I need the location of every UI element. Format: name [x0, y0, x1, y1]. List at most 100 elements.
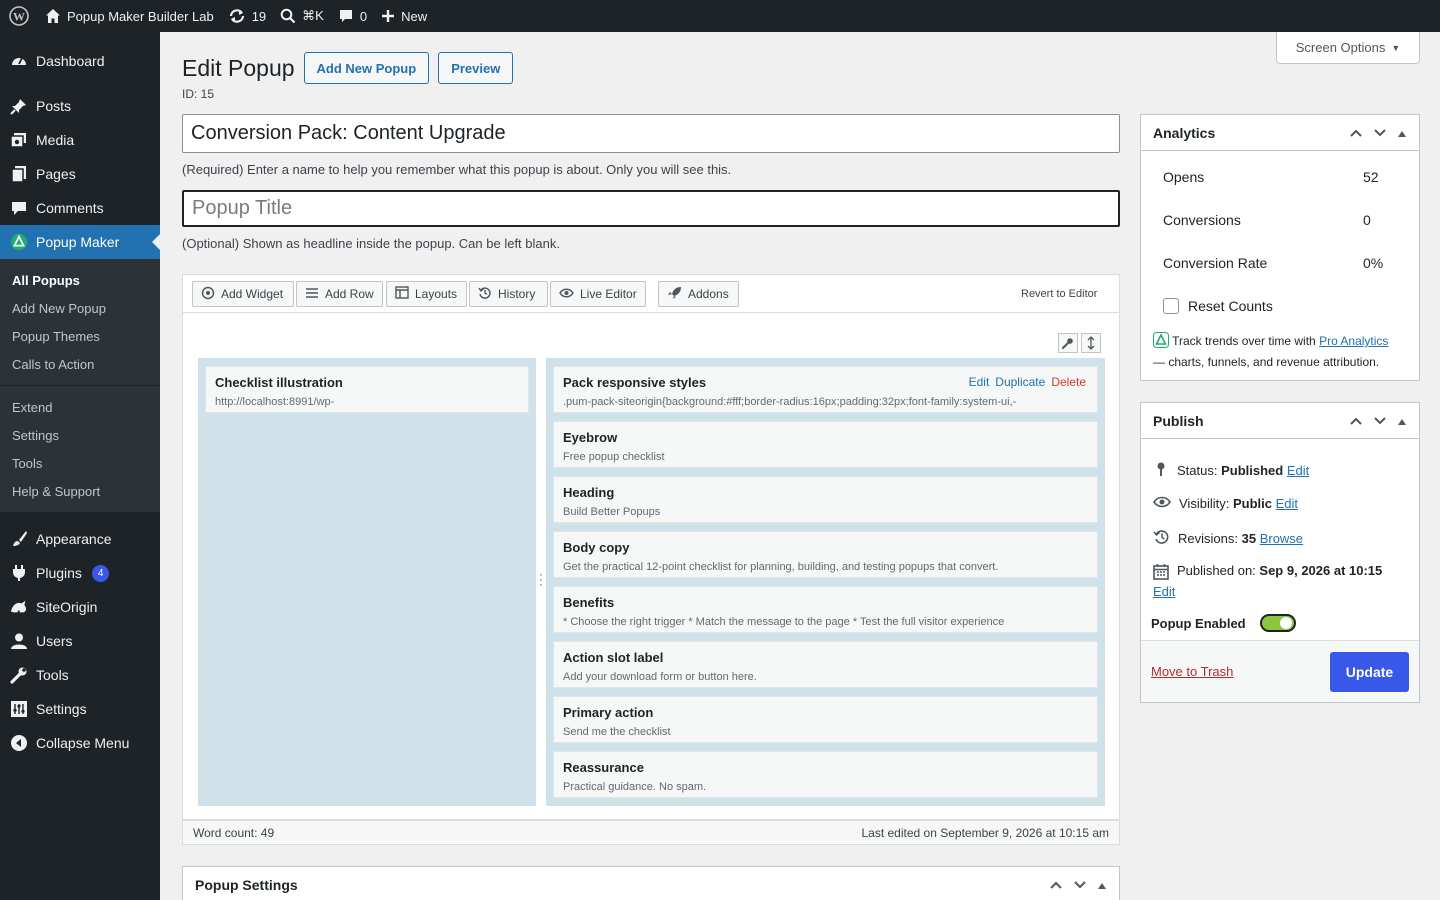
widget-card[interactable]: Action slot label Add your download form…: [553, 641, 1098, 688]
edit-date-link[interactable]: Edit: [1153, 584, 1175, 599]
menu-users[interactable]: Users: [0, 624, 160, 658]
screen-options-button[interactable]: Screen Options ▼: [1276, 32, 1420, 64]
submenu-tools[interactable]: Tools: [0, 449, 160, 477]
menu-siteorigin[interactable]: SiteOrigin: [0, 590, 160, 624]
chevron-up-icon[interactable]: [1349, 413, 1363, 429]
widget-delete-link[interactable]: Delete: [1051, 375, 1086, 389]
analytics-conversion-rate: Conversion Rate 0%: [1163, 255, 1384, 271]
collapse-toggle-icon[interactable]: [1097, 877, 1107, 893]
menu-tools[interactable]: Tools: [0, 658, 160, 692]
collapse-toggle-icon[interactable]: [1397, 413, 1407, 429]
submenu-help-support[interactable]: Help & Support: [0, 477, 160, 505]
popup-title-help: (Optional) Shown as headline inside the …: [182, 236, 560, 251]
svg-text:W: W: [13, 10, 25, 24]
caret-down-icon: ▼: [1391, 42, 1401, 53]
wordpress-logo-icon[interactable]: W: [0, 0, 38, 32]
widget-card[interactable]: Primary action Send me the checklist: [553, 696, 1098, 743]
menu-popup-maker[interactable]: Popup Maker: [0, 225, 160, 259]
submenu-popup-themes[interactable]: Popup Themes: [0, 322, 160, 350]
siteorigin-icon: [10, 598, 28, 616]
updates-icon: [228, 8, 246, 24]
menu-media[interactable]: Media: [0, 123, 160, 157]
popup-name-input[interactable]: Conversion Pack: Content Upgrade: [182, 114, 1120, 153]
layouts-button[interactable]: Layouts: [386, 281, 467, 307]
preview-button[interactable]: Preview: [438, 52, 514, 84]
submenu-settings[interactable]: Settings: [0, 421, 160, 449]
widget-card[interactable]: Body copy Get the practical 12-point che…: [553, 531, 1098, 578]
widget-card[interactable]: Pack responsive styles .pum-pack-siteori…: [553, 366, 1098, 413]
popup-maker-submenu: All Popups Add New Popup Popup Themes Ca…: [0, 259, 160, 512]
builder-column-left[interactable]: [198, 358, 536, 806]
row-edit-wrench-icon[interactable]: [1058, 333, 1078, 353]
popup-title-input[interactable]: Popup Title: [182, 190, 1120, 227]
add-widget-button[interactable]: Add Widget: [192, 281, 294, 307]
popup-maker-icon: [10, 233, 28, 251]
popup-settings-box: Popup Settings: [182, 866, 1120, 900]
checkbox-box[interactable]: [1163, 298, 1179, 314]
menu-dashboard[interactable]: Dashboard: [0, 44, 160, 78]
widget-checklist-illustration[interactable]: Checklist illustration http://localhost:…: [205, 366, 529, 413]
updates-link[interactable]: 19: [221, 0, 273, 32]
submenu-all-popups[interactable]: All Popups: [0, 266, 160, 294]
search-shortcut: ⌘K: [302, 8, 324, 23]
search-icon: [280, 8, 296, 24]
site-name-link[interactable]: Popup Maker Builder Lab: [38, 0, 221, 32]
edit-visibility-link[interactable]: Edit: [1276, 496, 1298, 511]
publish-date-row: Published on: Sep 9, 2026 at 10:15: [1153, 563, 1382, 583]
chevron-down-icon[interactable]: [1073, 877, 1087, 893]
submenu-extend[interactable]: Extend: [0, 393, 160, 421]
admin-bar: W Popup Maker Builder Lab 19 ⌘K 0 New: [0, 0, 1440, 32]
brush-icon: [10, 530, 28, 548]
rows-icon: [305, 287, 319, 302]
publish-visibility-row: Visibility: Public Edit: [1153, 495, 1298, 512]
widget-duplicate-link[interactable]: Duplicate: [995, 375, 1045, 389]
history-button[interactable]: History: [469, 281, 548, 307]
submenu-add-new-popup[interactable]: Add New Popup: [0, 294, 160, 322]
page-title: Edit Popup: [182, 54, 295, 81]
column-resize-handle[interactable]: · · ·: [538, 568, 544, 590]
widget-card[interactable]: Heading Build Better Popups: [553, 476, 1098, 523]
edit-status-link[interactable]: Edit: [1287, 463, 1309, 478]
widget-card[interactable]: Benefits * Choose the right trigger * Ma…: [553, 586, 1098, 633]
menu-comments[interactable]: Comments: [0, 191, 160, 225]
home-icon: [45, 8, 61, 24]
new-content-link[interactable]: New: [374, 0, 434, 32]
revert-to-editor-link[interactable]: Revert to Editor: [1021, 288, 1097, 300]
publish-actions: Move to Trash Update: [1141, 640, 1419, 702]
move-to-trash-link[interactable]: Move to Trash: [1151, 664, 1233, 679]
menu-settings[interactable]: Settings: [0, 692, 160, 726]
comments-link[interactable]: 0: [331, 0, 374, 32]
analytics-box: Analytics Opens 52 Conversions 0 Conversio…: [1140, 114, 1420, 381]
chevron-up-icon[interactable]: [1049, 877, 1063, 893]
chevron-down-icon[interactable]: [1373, 125, 1387, 141]
row-move-icon[interactable]: [1081, 333, 1101, 353]
menu-collapse[interactable]: Collapse Menu: [0, 726, 160, 760]
browse-revisions-link[interactable]: Browse: [1260, 531, 1303, 546]
addons-button[interactable]: Addons: [658, 281, 739, 307]
add-row-button[interactable]: Add Row: [296, 281, 383, 307]
widget-actions: Edit Duplicate Delete: [969, 375, 1086, 389]
plugins-update-badge: 4: [91, 564, 110, 582]
submenu-calls-to-action[interactable]: Calls to Action: [0, 350, 160, 378]
chevron-up-icon[interactable]: [1349, 125, 1363, 141]
menu-appearance[interactable]: Appearance: [0, 522, 160, 556]
widget-card[interactable]: Eyebrow Free popup checklist: [553, 421, 1098, 468]
add-new-popup-button[interactable]: Add New Popup: [303, 52, 430, 84]
menu-pages[interactable]: Pages: [0, 157, 160, 191]
menu-posts[interactable]: Posts: [0, 89, 160, 123]
live-editor-button[interactable]: Live Editor: [550, 281, 646, 307]
reset-counts-checkbox[interactable]: Reset Counts: [1163, 298, 1273, 314]
collapse-toggle-icon[interactable]: [1397, 125, 1407, 141]
users-icon: [10, 632, 28, 650]
widget-card[interactable]: Reassurance Practical guidance. No spam.: [553, 751, 1098, 798]
popup-name-help: (Required) Enter a name to help you reme…: [182, 162, 732, 177]
popup-enabled-toggle[interactable]: [1259, 614, 1296, 632]
menu-plugins[interactable]: Plugins 4: [0, 556, 160, 590]
widget-gear-icon: [201, 286, 215, 303]
chevron-down-icon[interactable]: [1373, 413, 1387, 429]
publish-title: Publish: [1153, 412, 1204, 429]
update-button[interactable]: Update: [1330, 652, 1409, 692]
widget-edit-link[interactable]: Edit: [969, 375, 990, 389]
search-link[interactable]: ⌘K: [273, 0, 331, 32]
pro-analytics-link[interactable]: Pro Analytics: [1319, 334, 1388, 348]
